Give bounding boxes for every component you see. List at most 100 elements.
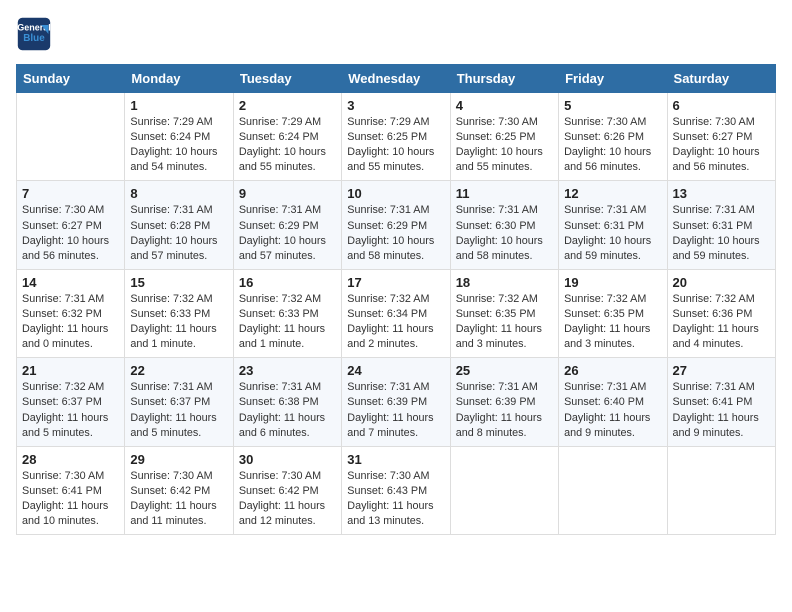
day-number: 14: [22, 275, 119, 290]
day-number: 1: [130, 98, 227, 113]
calendar-week-3: 14 Sunrise: 7:31 AMSunset: 6:32 PMDayligh…: [17, 269, 776, 357]
day-info: Sunrise: 7:31 AMSunset: 6:39 PMDaylight:…: [456, 380, 553, 440]
day-number: 22: [130, 363, 227, 378]
calendar-cell: 10 Sunrise: 7:31 AMSunset: 6:29 PMDayligh…: [342, 181, 450, 269]
calendar-cell: 19 Sunrise: 7:32 AMSunset: 6:35 PMDayligh…: [559, 269, 667, 357]
calendar-cell: 11Sunrise: 7:31 AMSunset: 6:30 PMDayligh…: [450, 181, 558, 269]
day-info: Sunrise: 7:30 AMSunset: 6:27 PMDaylight:…: [22, 203, 119, 263]
day-number: 6: [673, 98, 770, 113]
day-number: 4: [456, 98, 553, 113]
calendar-cell: 18 Sunrise: 7:32 AMSunset: 6:35 PMDayligh…: [450, 269, 558, 357]
calendar-cell: 3 Sunrise: 7:29 AMSunset: 6:25 PMDaylight…: [342, 93, 450, 181]
calendar-cell: 15 Sunrise: 7:32 AMSunset: 6:33 PMDayligh…: [125, 269, 233, 357]
day-number: 27: [673, 363, 770, 378]
calendar-cell: 20Sunrise: 7:32 AMSunset: 6:36 PMDayligh…: [667, 269, 775, 357]
day-number: 24: [347, 363, 444, 378]
day-info: Sunrise: 7:32 AMSunset: 6:36 PMDaylight:…: [673, 292, 770, 352]
day-number: 15: [130, 275, 227, 290]
day-number: 12: [564, 186, 661, 201]
day-number: 3: [347, 98, 444, 113]
day-number: 5: [564, 98, 661, 113]
day-info: Sunrise: 7:32 AMSunset: 6:37 PMDaylight:…: [22, 380, 119, 440]
calendar-cell: 27 Sunrise: 7:31 AMSunset: 6:41 PMDayligh…: [667, 358, 775, 446]
day-info: Sunrise: 7:29 AMSunset: 6:25 PMDaylight:…: [347, 115, 444, 175]
day-info: Sunrise: 7:30 AMSunset: 6:41 PMDaylight:…: [22, 469, 119, 529]
day-number: 10: [347, 186, 444, 201]
calendar-cell: 26 Sunrise: 7:31 AMSunset: 6:40 PMDayligh…: [559, 358, 667, 446]
calendar-cell: [17, 93, 125, 181]
calendar-cell: 16 Sunrise: 7:32 AMSunset: 6:33 PMDayligh…: [233, 269, 341, 357]
calendar-cell: 21 Sunrise: 7:32 AMSunset: 6:37 PMDayligh…: [17, 358, 125, 446]
col-header-saturday: Saturday: [667, 65, 775, 93]
day-info: Sunrise: 7:31 AMSunset: 6:40 PMDaylight:…: [564, 380, 661, 440]
calendar-cell: 1 Sunrise: 7:29 AMSunset: 6:24 PMDaylight…: [125, 93, 233, 181]
day-info: Sunrise: 7:31 AMSunset: 6:38 PMDaylight:…: [239, 380, 336, 440]
day-number: 18: [456, 275, 553, 290]
calendar-cell: 12Sunrise: 7:31 AMSunset: 6:31 PMDayligh…: [559, 181, 667, 269]
day-info: Sunrise: 7:30 AMSunset: 6:25 PMDaylight:…: [456, 115, 553, 175]
calendar-cell: 25 Sunrise: 7:31 AMSunset: 6:39 PMDayligh…: [450, 358, 558, 446]
day-number: 25: [456, 363, 553, 378]
day-info: Sunrise: 7:32 AMSunset: 6:35 PMDaylight:…: [456, 292, 553, 352]
col-header-monday: Monday: [125, 65, 233, 93]
day-info: Sunrise: 7:31 AMSunset: 6:32 PMDaylight:…: [22, 292, 119, 352]
day-info: Sunrise: 7:32 AMSunset: 6:33 PMDaylight:…: [239, 292, 336, 352]
calendar-week-1: 1 Sunrise: 7:29 AMSunset: 6:24 PMDaylight…: [17, 93, 776, 181]
day-number: 8: [130, 186, 227, 201]
day-number: 13: [673, 186, 770, 201]
day-info: Sunrise: 7:30 AMSunset: 6:42 PMDaylight:…: [130, 469, 227, 529]
day-info: Sunrise: 7:31 AMSunset: 6:28 PMDaylight:…: [130, 203, 227, 263]
day-info: Sunrise: 7:31 AMSunset: 6:29 PMDaylight:…: [239, 203, 336, 263]
day-info: Sunrise: 7:29 AMSunset: 6:24 PMDaylight:…: [130, 115, 227, 175]
calendar-cell: 2Sunrise: 7:29 AMSunset: 6:24 PMDaylight…: [233, 93, 341, 181]
calendar-week-4: 21 Sunrise: 7:32 AMSunset: 6:37 PMDayligh…: [17, 358, 776, 446]
day-number: 28: [22, 452, 119, 467]
col-header-tuesday: Tuesday: [233, 65, 341, 93]
calendar-cell: 23Sunrise: 7:31 AMSunset: 6:38 PMDayligh…: [233, 358, 341, 446]
day-info: Sunrise: 7:31 AMSunset: 6:39 PMDaylight:…: [347, 380, 444, 440]
day-info: Sunrise: 7:32 AMSunset: 6:33 PMDaylight:…: [130, 292, 227, 352]
day-info: Sunrise: 7:32 AMSunset: 6:35 PMDaylight:…: [564, 292, 661, 352]
day-number: 16: [239, 275, 336, 290]
day-info: Sunrise: 7:31 AMSunset: 6:41 PMDaylight:…: [673, 380, 770, 440]
day-number: 9: [239, 186, 336, 201]
day-info: Sunrise: 7:30 AMSunset: 6:27 PMDaylight:…: [673, 115, 770, 175]
calendar-cell: 6 Sunrise: 7:30 AMSunset: 6:27 PMDaylight…: [667, 93, 775, 181]
day-number: 19: [564, 275, 661, 290]
day-number: 31: [347, 452, 444, 467]
calendar-week-5: 28 Sunrise: 7:30 AMSunset: 6:41 PMDayligh…: [17, 446, 776, 534]
calendar-week-2: 7 Sunrise: 7:30 AMSunset: 6:27 PMDaylight…: [17, 181, 776, 269]
calendar-cell: 29Sunrise: 7:30 AMSunset: 6:42 PMDayligh…: [125, 446, 233, 534]
col-header-sunday: Sunday: [17, 65, 125, 93]
calendar-cell: 8 Sunrise: 7:31 AMSunset: 6:28 PMDaylight…: [125, 181, 233, 269]
day-info: Sunrise: 7:31 AMSunset: 6:37 PMDaylight:…: [130, 380, 227, 440]
col-header-wednesday: Wednesday: [342, 65, 450, 93]
calendar-cell: 31 Sunrise: 7:30 AMSunset: 6:43 PMDayligh…: [342, 446, 450, 534]
calendar-cell: [667, 446, 775, 534]
calendar-cell: 13 Sunrise: 7:31 AMSunset: 6:31 PMDayligh…: [667, 181, 775, 269]
day-info: Sunrise: 7:30 AMSunset: 6:43 PMDaylight:…: [347, 469, 444, 529]
col-header-friday: Friday: [559, 65, 667, 93]
calendar-cell: 22 Sunrise: 7:31 AMSunset: 6:37 PMDayligh…: [125, 358, 233, 446]
calendar-table: SundayMondayTuesdayWednesdayThursdayFrid…: [16, 64, 776, 535]
calendar-cell: 30Sunrise: 7:30 AMSunset: 6:42 PMDayligh…: [233, 446, 341, 534]
day-info: Sunrise: 7:31 AMSunset: 6:29 PMDaylight:…: [347, 203, 444, 263]
day-number: 2: [239, 98, 336, 113]
svg-text:Blue: Blue: [23, 33, 45, 44]
day-info: Sunrise: 7:32 AMSunset: 6:34 PMDaylight:…: [347, 292, 444, 352]
calendar-cell: 28 Sunrise: 7:30 AMSunset: 6:41 PMDayligh…: [17, 446, 125, 534]
calendar-cell: [450, 446, 558, 534]
day-number: 21: [22, 363, 119, 378]
logo: General Blue: [16, 16, 56, 52]
day-info: Sunrise: 7:31 AMSunset: 6:31 PMDaylight:…: [673, 203, 770, 263]
day-number: 11: [456, 186, 553, 201]
day-number: 17: [347, 275, 444, 290]
calendar-cell: 7 Sunrise: 7:30 AMSunset: 6:27 PMDaylight…: [17, 181, 125, 269]
calendar-cell: 14 Sunrise: 7:31 AMSunset: 6:32 PMDayligh…: [17, 269, 125, 357]
day-number: 7: [22, 186, 119, 201]
day-number: 26: [564, 363, 661, 378]
day-info: Sunrise: 7:30 AMSunset: 6:26 PMDaylight:…: [564, 115, 661, 175]
calendar-header-row: SundayMondayTuesdayWednesdayThursdayFrid…: [17, 65, 776, 93]
calendar-cell: 9 Sunrise: 7:31 AMSunset: 6:29 PMDaylight…: [233, 181, 341, 269]
calendar-cell: 4 Sunrise: 7:30 AMSunset: 6:25 PMDaylight…: [450, 93, 558, 181]
